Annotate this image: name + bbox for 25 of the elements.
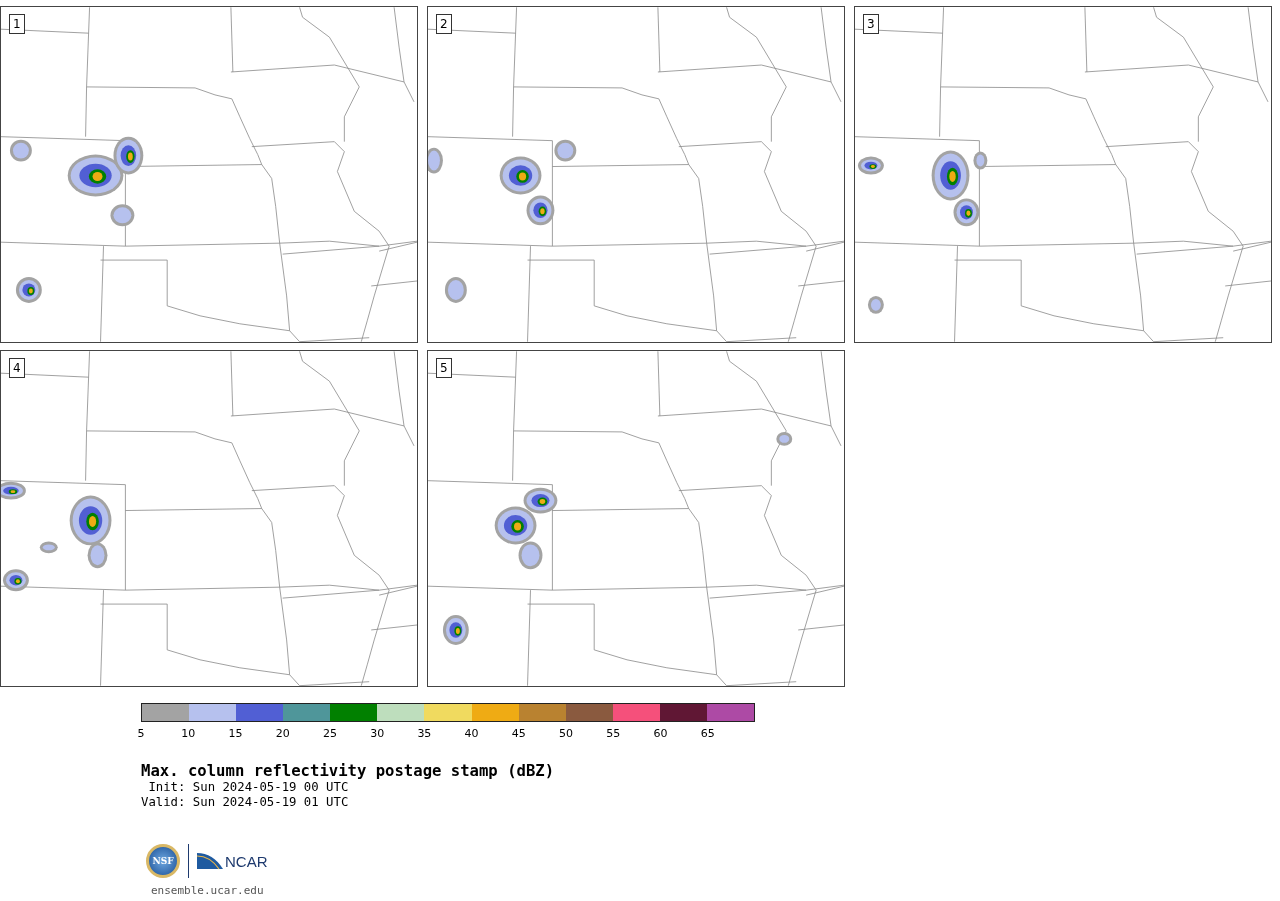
colorbar-tick-label: 60: [653, 727, 668, 740]
colorbar-tick-label: 5: [137, 727, 145, 740]
colorbar-tick-label: 25: [322, 727, 337, 740]
panel-number: 2: [436, 14, 452, 34]
colorbar-tick-label: 45: [511, 727, 526, 740]
colorbar-tick-label: 65: [700, 727, 715, 740]
colorbar-tick-label: 30: [370, 727, 385, 740]
panel-number: 4: [9, 358, 25, 378]
website-url: ensemble.ucar.edu: [151, 884, 265, 897]
colorbar-tick-label: 20: [275, 727, 290, 740]
colorbar-tick-label: 40: [464, 727, 479, 740]
nsf-logo: NSF: [146, 844, 180, 878]
colorbar-tick-label: 55: [606, 727, 621, 740]
init-time: Init: Sun 2024-05-19 00 UTC: [147, 780, 350, 795]
colorbar-tick-label: 50: [559, 727, 574, 740]
panel-number: 5: [436, 358, 452, 378]
chart-title: Max. column reflectivity postage stamp (dBZ): [141, 762, 556, 780]
valid-time: Valid: Sun 2024-05-19 01 UTC: [141, 795, 350, 810]
colorbar-tick-label: 35: [417, 727, 432, 740]
panel-number: 3: [863, 14, 879, 34]
swoosh-icon: [197, 851, 223, 871]
panel-number: 1: [9, 14, 25, 34]
colorbar-tick-label: 10: [181, 727, 196, 740]
colorbar-tick-label: 15: [228, 727, 243, 740]
ncar-logo-text: NCAR: [225, 852, 268, 870]
